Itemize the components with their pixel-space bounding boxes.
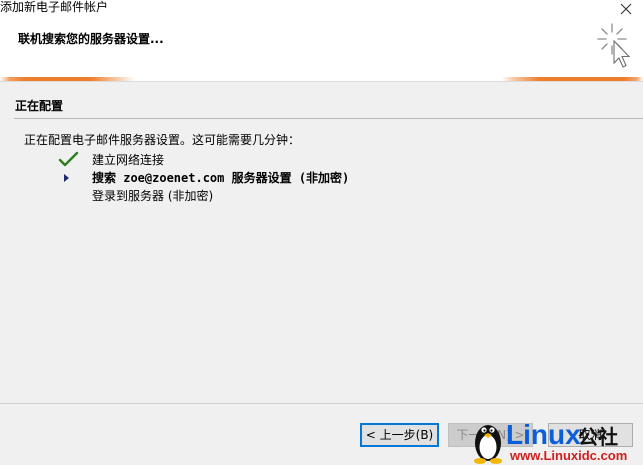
arrow-right-icon <box>64 174 69 182</box>
section-description: 正在配置电子邮件服务器设置。这可能需要几分钟： <box>24 133 301 147</box>
step-label: 搜索 zoe@zoenet.com 服务器设置 (非加密) <box>92 171 350 185</box>
step-label: 登录到服务器 (非加密) <box>92 189 214 203</box>
header-title: 联机搜索您的服务器设置... <box>18 32 164 46</box>
step-search-server-settings: 搜索 zoe@zoenet.com 服务器设置 (非加密) <box>58 169 618 187</box>
penguin-logo-icon <box>474 425 502 464</box>
close-icon <box>620 3 632 14</box>
step-login-server: 登录到服务器 (非加密) <box>58 187 618 205</box>
watermark-url: www.Linuxidc.com <box>509 448 627 463</box>
dialog-header: 联机搜索您的服务器设置... <box>0 17 643 81</box>
header-divider <box>0 81 643 82</box>
linuxidc-watermark: Linux 公社 www.Linuxidc.com <box>474 419 627 464</box>
step-label: 建立网络连接 <box>92 153 165 167</box>
window-title: 添加新电子邮件帐户 <box>0 0 109 14</box>
back-button[interactable]: < 上一步(B) <box>360 423 439 447</box>
step-network-connection: 建立网络连接 <box>58 151 618 169</box>
section-divider <box>14 118 643 119</box>
add-email-account-dialog: 添加新电子邮件帐户 联机搜索您的服务器设置... 正在配置 正在配置电子邮件服务… <box>0 0 643 465</box>
section-title: 正在配置 <box>15 99 64 113</box>
watermark-suffix: 公社 <box>578 425 618 449</box>
checkmark-icon <box>58 151 79 167</box>
searching-cursor-icon <box>597 23 631 68</box>
watermark-brand: Linux <box>506 419 581 450</box>
title-bar: 添加新电子邮件帐户 <box>0 0 643 17</box>
footer-divider <box>0 403 643 404</box>
close-button[interactable] <box>609 0 643 17</box>
